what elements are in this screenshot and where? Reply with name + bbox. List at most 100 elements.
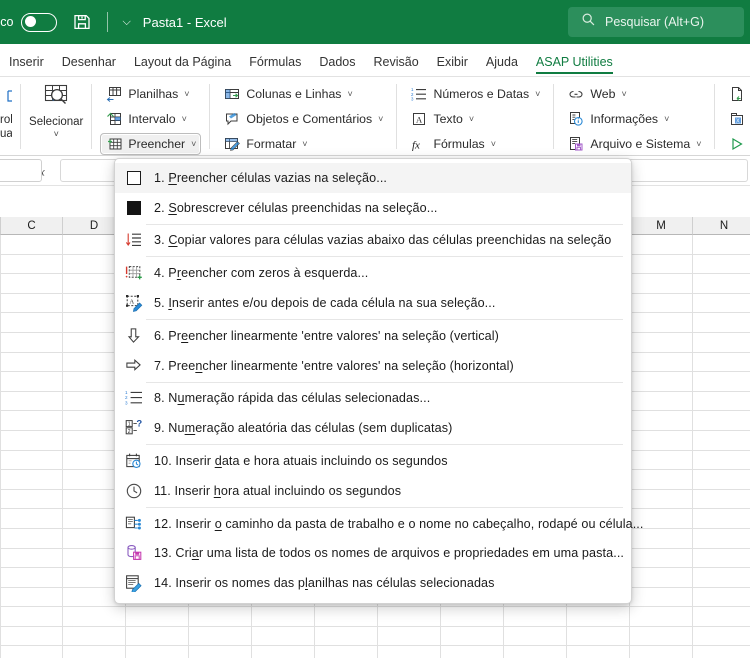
grid-cell[interactable] bbox=[0, 372, 63, 392]
chevron-down-icon[interactable]: ˅ bbox=[664, 114, 669, 124]
menu-item-9[interactable]: 1 2? 9. Numeração aleatória das células (s… bbox=[115, 413, 631, 443]
menu-item-13[interactable]: 13. Criar uma lista de todos os nomes de… bbox=[115, 539, 631, 569]
grid-cell[interactable] bbox=[0, 235, 63, 255]
grid-cell[interactable] bbox=[504, 607, 567, 627]
menu-item-3[interactable]: 3. Copiar valores para células vazias ab… bbox=[115, 226, 631, 256]
grid-cell[interactable] bbox=[0, 528, 63, 549]
grid-cell[interactable] bbox=[441, 646, 504, 658]
tab-desenhar[interactable]: Desenhar bbox=[53, 55, 125, 76]
menu-item-6[interactable]: 6. Preencher linearmente 'entre valores'… bbox=[115, 321, 631, 351]
grid-cell[interactable] bbox=[126, 626, 189, 647]
ribbon-item-importar[interactable]: Impo bbox=[723, 83, 750, 105]
grid-cell[interactable] bbox=[252, 646, 315, 658]
grid-cell[interactable] bbox=[0, 254, 63, 275]
grid-cell[interactable] bbox=[630, 587, 693, 608]
grid-cell[interactable] bbox=[630, 293, 693, 314]
menu-item-12[interactable]: 12. Inserir o caminho da pasta de trabal… bbox=[115, 509, 643, 539]
grid-cell[interactable] bbox=[441, 626, 504, 647]
grid-cell[interactable] bbox=[0, 509, 63, 529]
ribbon-item-formulas[interactable]: fx Fórmulas ˅ bbox=[405, 133, 545, 155]
grid-cell[interactable] bbox=[693, 489, 750, 510]
menu-item-4[interactable]: 4. Preencher com zeros à esquerda... bbox=[115, 258, 631, 288]
grid-cell[interactable] bbox=[630, 450, 693, 471]
chevron-down-icon[interactable]: ˅ bbox=[182, 114, 187, 124]
grid-cell[interactable] bbox=[693, 411, 750, 431]
grid-cell[interactable] bbox=[63, 607, 126, 627]
ribbon-item-formatar[interactable]: Formatar ˅ bbox=[218, 133, 388, 155]
grid-cell[interactable] bbox=[630, 332, 693, 353]
ribbon-item-web[interactable]: Web ˅ bbox=[562, 83, 706, 105]
grid-cell[interactable] bbox=[630, 528, 693, 549]
ribbon-button-selecionar[interactable]: Selecionar ˅ bbox=[29, 77, 83, 155]
grid-cell[interactable] bbox=[504, 626, 567, 647]
ribbon-item-numeros-e-datas[interactable]: 1 2 3 Números e Datas ˅ bbox=[405, 83, 545, 105]
grid-cell[interactable] bbox=[630, 626, 693, 647]
grid-cell[interactable] bbox=[252, 626, 315, 647]
chevron-down-icon[interactable]: ˅ bbox=[54, 130, 59, 139]
column-header-m[interactable]: M bbox=[630, 217, 693, 235]
grid-cell[interactable] bbox=[693, 274, 750, 294]
ribbon-item-iniciar[interactable]: Inicia bbox=[723, 133, 750, 155]
grid-cell[interactable] bbox=[630, 235, 693, 255]
grid-cell[interactable] bbox=[126, 607, 189, 627]
grid-cell[interactable] bbox=[441, 607, 504, 627]
ribbon-item-objetos-e-comentarios[interactable]: Objetos e Comentários ˅ bbox=[218, 108, 388, 130]
grid-cell[interactable] bbox=[504, 646, 567, 658]
grid-cell[interactable] bbox=[0, 548, 63, 569]
tab-exibir[interactable]: Exibir bbox=[428, 55, 477, 76]
grid-cell[interactable] bbox=[0, 646, 63, 658]
grid-cell[interactable] bbox=[0, 489, 63, 510]
grid-cell[interactable] bbox=[0, 626, 63, 647]
grid-cell[interactable] bbox=[63, 626, 126, 647]
grid-cell[interactable] bbox=[630, 411, 693, 431]
ribbon-item-exportar[interactable]: X Expo bbox=[723, 108, 750, 130]
grid-cell[interactable] bbox=[693, 332, 750, 353]
chevron-down-icon[interactable]: ˅ bbox=[535, 89, 540, 99]
grid-cell[interactable] bbox=[189, 646, 252, 658]
grid-cell[interactable] bbox=[630, 352, 693, 373]
menu-item-1[interactable]: 1. Preencher células vazias na seleção..… bbox=[115, 163, 631, 193]
grid-cell[interactable] bbox=[0, 450, 63, 471]
grid-cell[interactable] bbox=[0, 293, 63, 314]
grid-cell[interactable] bbox=[630, 646, 693, 658]
grid-cell[interactable] bbox=[189, 607, 252, 627]
grid-cell[interactable] bbox=[630, 607, 693, 627]
grid-cell[interactable] bbox=[693, 450, 750, 471]
grid-cell[interactable] bbox=[567, 646, 630, 658]
grid-cell[interactable] bbox=[630, 372, 693, 392]
grid-cell[interactable] bbox=[315, 646, 378, 658]
menu-item-10[interactable]: 10. Inserir data e hora atuais incluindo… bbox=[115, 446, 631, 476]
grid-cell[interactable] bbox=[0, 587, 63, 608]
chevron-down-icon[interactable]: ⌵ bbox=[118, 16, 134, 29]
ribbon-item-arquivo-e-sistema[interactable]: Arquivo e Sistema ˅ bbox=[562, 133, 706, 155]
menu-item-14[interactable]: 14. Inserir os nomes das planilhas nas c… bbox=[115, 568, 631, 598]
chevron-down-icon[interactable]: ˅ bbox=[191, 139, 196, 149]
grid-cell[interactable] bbox=[693, 528, 750, 549]
tab-asap-utilities[interactable]: ASAP Utilities bbox=[527, 55, 622, 76]
tab-revisao[interactable]: Revisão bbox=[364, 55, 427, 76]
grid-cell[interactable] bbox=[693, 470, 750, 490]
grid-cell[interactable] bbox=[630, 548, 693, 569]
grid-cell[interactable] bbox=[693, 430, 750, 451]
chevron-down-icon[interactable]: ˅ bbox=[696, 139, 701, 149]
grid-cell[interactable] bbox=[567, 626, 630, 647]
grid-cell[interactable] bbox=[630, 568, 693, 588]
ribbon-item-texto[interactable]: A Texto ˅ bbox=[405, 108, 545, 130]
grid-cell[interactable] bbox=[693, 548, 750, 569]
tab-dados[interactable]: Dados bbox=[310, 55, 364, 76]
grid-cell[interactable] bbox=[0, 391, 63, 412]
grid-cell[interactable] bbox=[630, 489, 693, 510]
grid-cell[interactable] bbox=[0, 313, 63, 333]
grid-cell[interactable] bbox=[63, 646, 126, 658]
menu-item-5[interactable]: A 5. Inserir antes e/ou depois de cada cé… bbox=[115, 288, 631, 318]
grid-cell[interactable] bbox=[693, 626, 750, 647]
grid-cell[interactable] bbox=[378, 646, 441, 658]
grid-cell[interactable] bbox=[630, 391, 693, 412]
menu-item-11[interactable]: 11. Inserir hora atual incluindo os segu… bbox=[115, 476, 631, 506]
grid-cell[interactable] bbox=[630, 430, 693, 451]
menu-item-7[interactable]: 7. Preencher linearmente 'entre valores'… bbox=[115, 351, 631, 381]
grid-cell[interactable] bbox=[189, 626, 252, 647]
grid-cell[interactable] bbox=[693, 607, 750, 627]
grid-cell[interactable] bbox=[0, 332, 63, 353]
grid-cell[interactable] bbox=[0, 352, 63, 373]
